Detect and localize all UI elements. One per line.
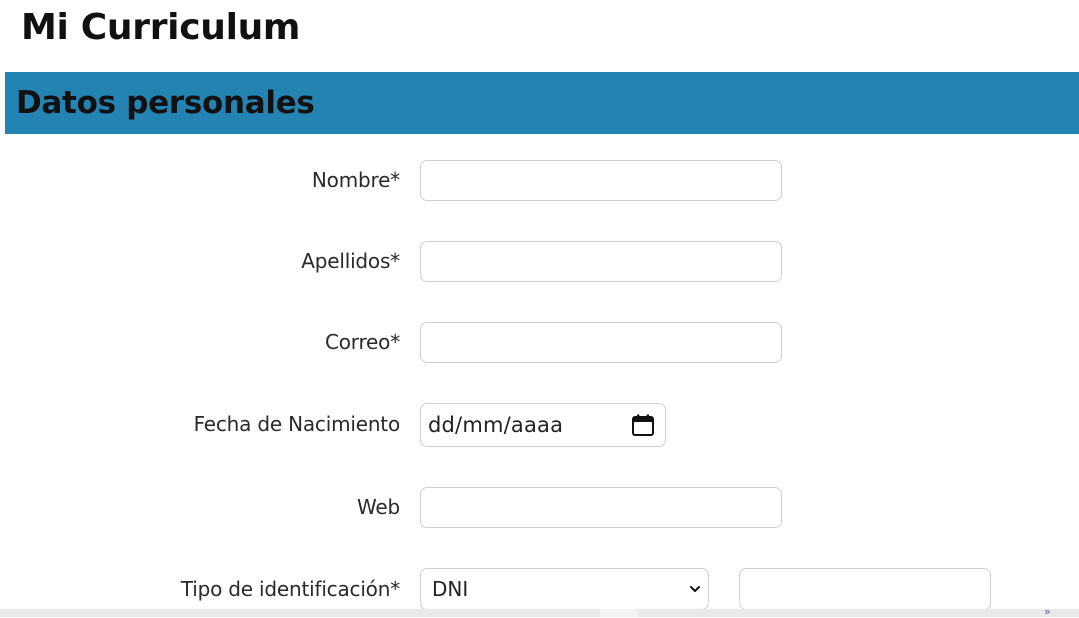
form-row-web: Web: [0, 485, 1079, 529]
form-row-tipo-identificacion: Tipo de identificación* DNI: [0, 567, 1079, 611]
form-row-correo: Correo*: [0, 320, 1079, 364]
label-correo: Correo*: [325, 330, 400, 354]
date-placeholder: dd/mm/aaaa: [428, 413, 564, 437]
form-row-apellidos: Apellidos*: [0, 239, 1079, 283]
web-input[interactable]: [420, 487, 782, 528]
correo-input[interactable]: [420, 322, 782, 363]
section-title: Datos personales: [16, 85, 315, 121]
page-title: Mi Curriculum: [21, 7, 301, 48]
label-apellidos: Apellidos*: [301, 249, 400, 273]
numero-identificacion-input[interactable]: [739, 568, 991, 610]
tipo-identificacion-select[interactable]: DNI: [420, 568, 709, 610]
nombre-input[interactable]: [420, 160, 782, 201]
label-fecha-nacimiento: Fecha de Nacimiento: [193, 412, 401, 436]
form-row-fecha-nacimiento: Fecha de Nacimiento dd/mm/aaaa: [0, 402, 1079, 447]
label-web: Web: [356, 495, 400, 519]
apellidos-input[interactable]: [420, 241, 782, 282]
select-selected-value: DNI: [432, 577, 469, 601]
calendar-icon[interactable]: [631, 413, 655, 437]
scroll-right-icon[interactable]: »: [1044, 605, 1051, 618]
section-header-datos-personales: Datos personales: [5, 72, 1079, 134]
label-nombre: Nombre*: [311, 168, 400, 192]
scrollbar-thumb[interactable]: [600, 609, 638, 617]
horizontal-scrollbar[interactable]: [0, 609, 1079, 617]
chevron-down-icon: [690, 586, 700, 592]
fecha-nacimiento-date-input[interactable]: dd/mm/aaaa: [420, 403, 666, 447]
label-tipo-identificacion: Tipo de identificación*: [180, 577, 400, 601]
form-row-nombre: Nombre*: [0, 158, 1079, 202]
